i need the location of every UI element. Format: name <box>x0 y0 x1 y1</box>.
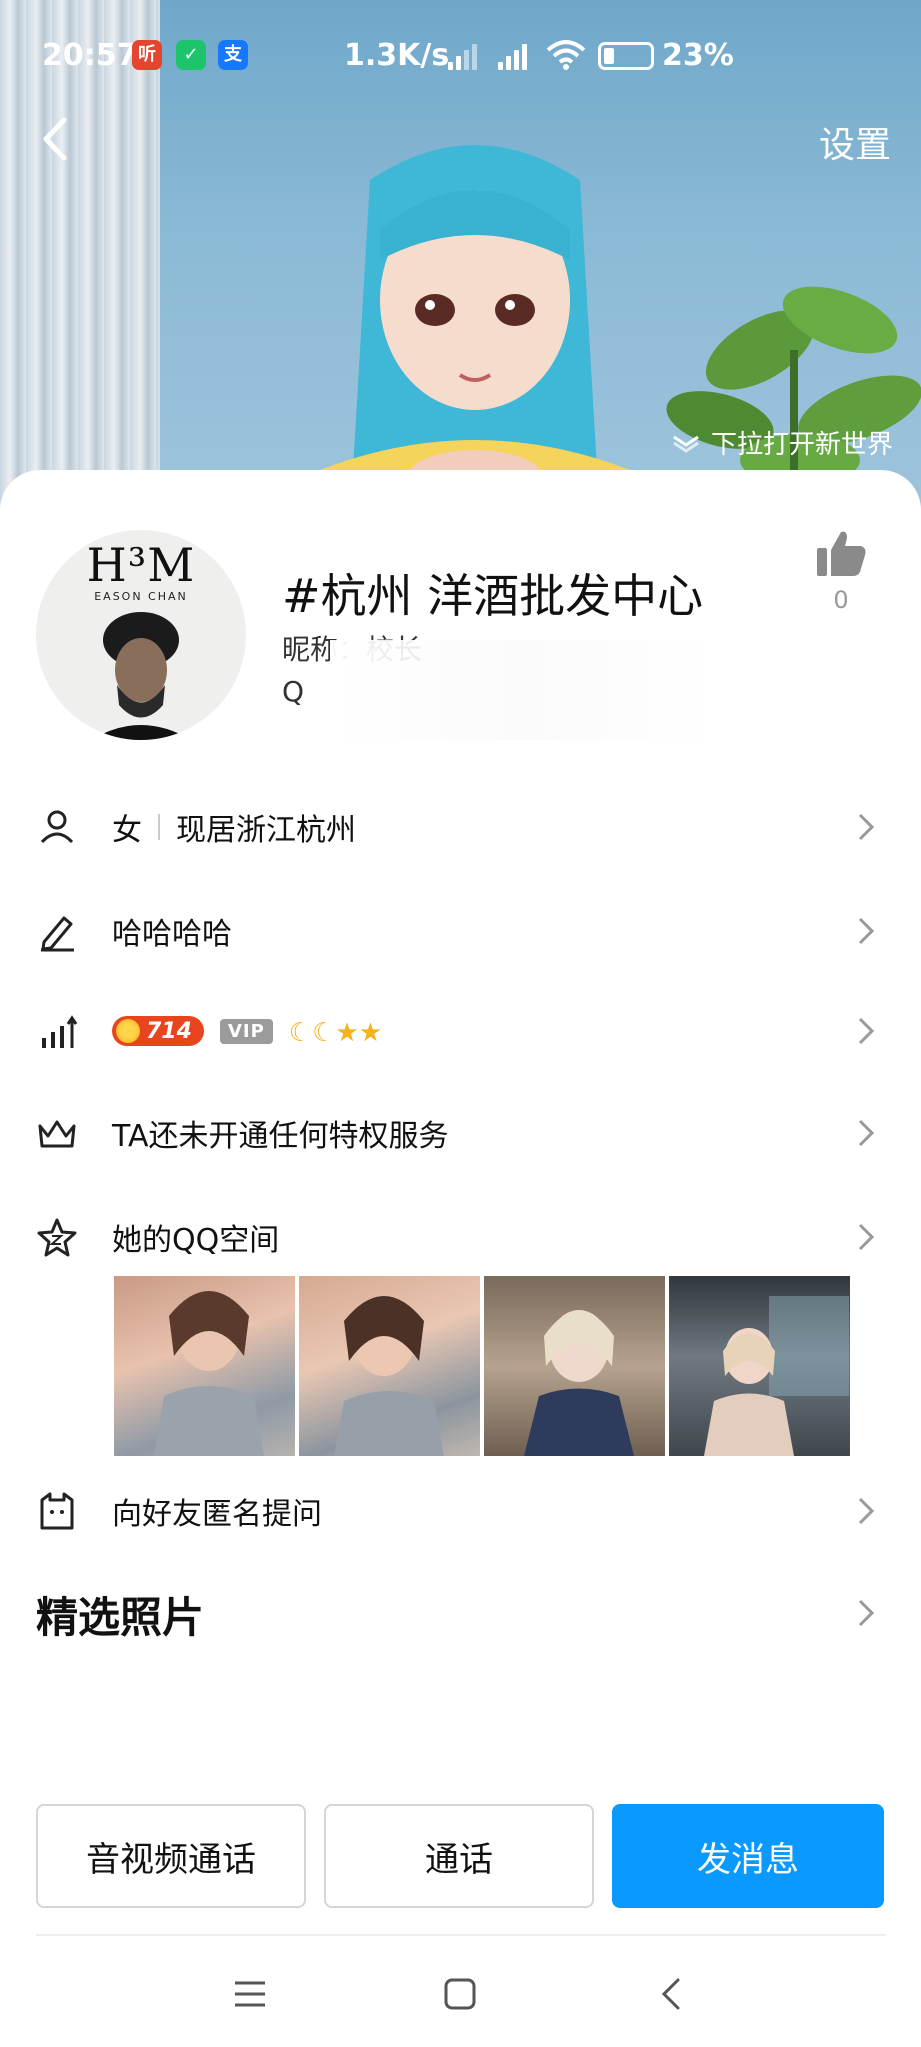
back-chevron-icon[interactable] <box>652 1974 692 2014</box>
chevron-right-icon <box>858 1497 875 1525</box>
level-badge: 714 <box>112 1016 204 1046</box>
ting-app-icon: 听 <box>132 40 162 70</box>
home-square-icon[interactable] <box>440 1974 480 2014</box>
battery-percent: 23% <box>662 38 734 73</box>
profile-cover[interactable]: 20:57 听 ✓ 支 1.3K/s 23% 设置 下拉打开新世界 <box>0 0 921 520</box>
qzone-photo[interactable] <box>299 1276 480 1456</box>
like-count: 0 <box>833 586 849 614</box>
send-message-button[interactable]: 发消息 <box>612 1804 884 1908</box>
chevron-right-icon <box>858 917 875 945</box>
bottom-divider <box>36 1934 886 1936</box>
anonymous-box-icon <box>40 1492 74 1530</box>
pencil-icon <box>41 916 74 952</box>
wifi-icon <box>546 40 586 70</box>
battery-icon <box>598 42 654 70</box>
pull-down-hint[interactable]: 下拉打开新世界 <box>671 424 893 461</box>
signature-row[interactable]: 哈哈哈哈 <box>0 886 921 976</box>
signal-2-icon <box>498 40 527 70</box>
signature-text: 哈哈哈哈 <box>112 917 232 952</box>
moon-icon: ☾ <box>312 1017 336 1048</box>
anonymous-question-row[interactable]: 向好友匿名提问 <box>0 1466 921 1556</box>
crown-icon <box>38 1120 76 1148</box>
person-icon <box>40 810 74 844</box>
location-text: 现居浙江杭州 <box>176 813 356 848</box>
menu-icon[interactable] <box>230 1974 270 2014</box>
avatar-brand-text: H³M <box>86 538 196 592</box>
qzone-photo[interactable] <box>114 1276 295 1456</box>
alipay-app-icon: 支 <box>218 40 248 70</box>
privilege-text: TA还未开通任何特权服务 <box>112 1119 449 1154</box>
chevron-right-icon <box>858 1017 875 1045</box>
chevron-right-icon[interactable] <box>855 1596 877 1630</box>
like-button[interactable]: 0 <box>811 528 871 614</box>
system-nav-bar <box>0 1960 921 2047</box>
cartoon-avatar-illustration <box>310 145 640 520</box>
voice-call-button[interactable]: 通话 <box>324 1804 594 1908</box>
star-icon: ★ <box>358 1017 383 1048</box>
qzone-photo-strip[interactable] <box>114 1276 850 1456</box>
double-chevron-down-icon <box>673 435 699 453</box>
chevron-right-icon <box>858 813 875 841</box>
moon-icon: ☾ <box>288 1017 313 1048</box>
star-icon: ★ <box>335 1017 359 1048</box>
anonymous-question-text: 向好友匿名提问 <box>112 1497 322 1532</box>
avatar[interactable]: H³M EASON CHAN <box>36 530 246 740</box>
chevron-right-icon <box>858 1223 875 1251</box>
action-bar: 音视频通话 通话 发消息 <box>36 1804 886 1908</box>
avatar-brand-sub: EASON CHAN <box>94 590 188 603</box>
av-call-button[interactable]: 音视频通话 <box>36 1804 306 1908</box>
qzone-photo[interactable] <box>669 1276 850 1456</box>
network-speed: 1.3K/s <box>344 38 450 73</box>
status-bar: 20:57 听 ✓ 支 1.3K/s 23% <box>0 0 921 110</box>
signal-1-icon <box>448 40 477 70</box>
avatar-portrait <box>91 612 191 740</box>
vip-badge: VIP <box>219 1018 273 1044</box>
sun-icon <box>116 1019 140 1043</box>
status-time: 20:57 <box>42 38 138 73</box>
back-arrow-icon[interactable] <box>36 114 76 164</box>
qzone-text: 她的QQ空间 <box>112 1223 280 1258</box>
level-value: 714 <box>146 1018 192 1044</box>
qzone-row[interactable]: 她的QQ空间 <box>0 1192 921 1282</box>
gender-text: 女 <box>112 813 142 848</box>
divider <box>158 814 160 840</box>
redacted-area <box>330 640 720 740</box>
qzone-star-icon <box>37 1218 77 1257</box>
chevron-right-icon <box>858 1119 875 1147</box>
level-icons: ☾☾★★ <box>289 1014 382 1049</box>
profile-title: #杭州 洋酒批发中心 <box>282 569 704 623</box>
pull-hint-text: 下拉打开新世界 <box>710 430 893 460</box>
qzone-photo[interactable] <box>484 1276 665 1456</box>
privilege-row[interactable]: TA还未开通任何特权服务 <box>0 1088 921 1178</box>
thumbs-up-icon <box>817 531 866 576</box>
level-chart-icon <box>42 1015 78 1048</box>
shield-app-icon: ✓ <box>176 40 206 70</box>
featured-photos-title[interactable]: 精选照片 <box>36 1584 204 1645</box>
qq-number[interactable]: Q <box>282 675 304 708</box>
basic-info-row[interactable]: 女 现居浙江杭州 <box>0 782 921 872</box>
settings-button[interactable]: 设置 <box>819 116 891 168</box>
level-row[interactable]: 714 VIP ☾☾★★ <box>0 986 921 1076</box>
